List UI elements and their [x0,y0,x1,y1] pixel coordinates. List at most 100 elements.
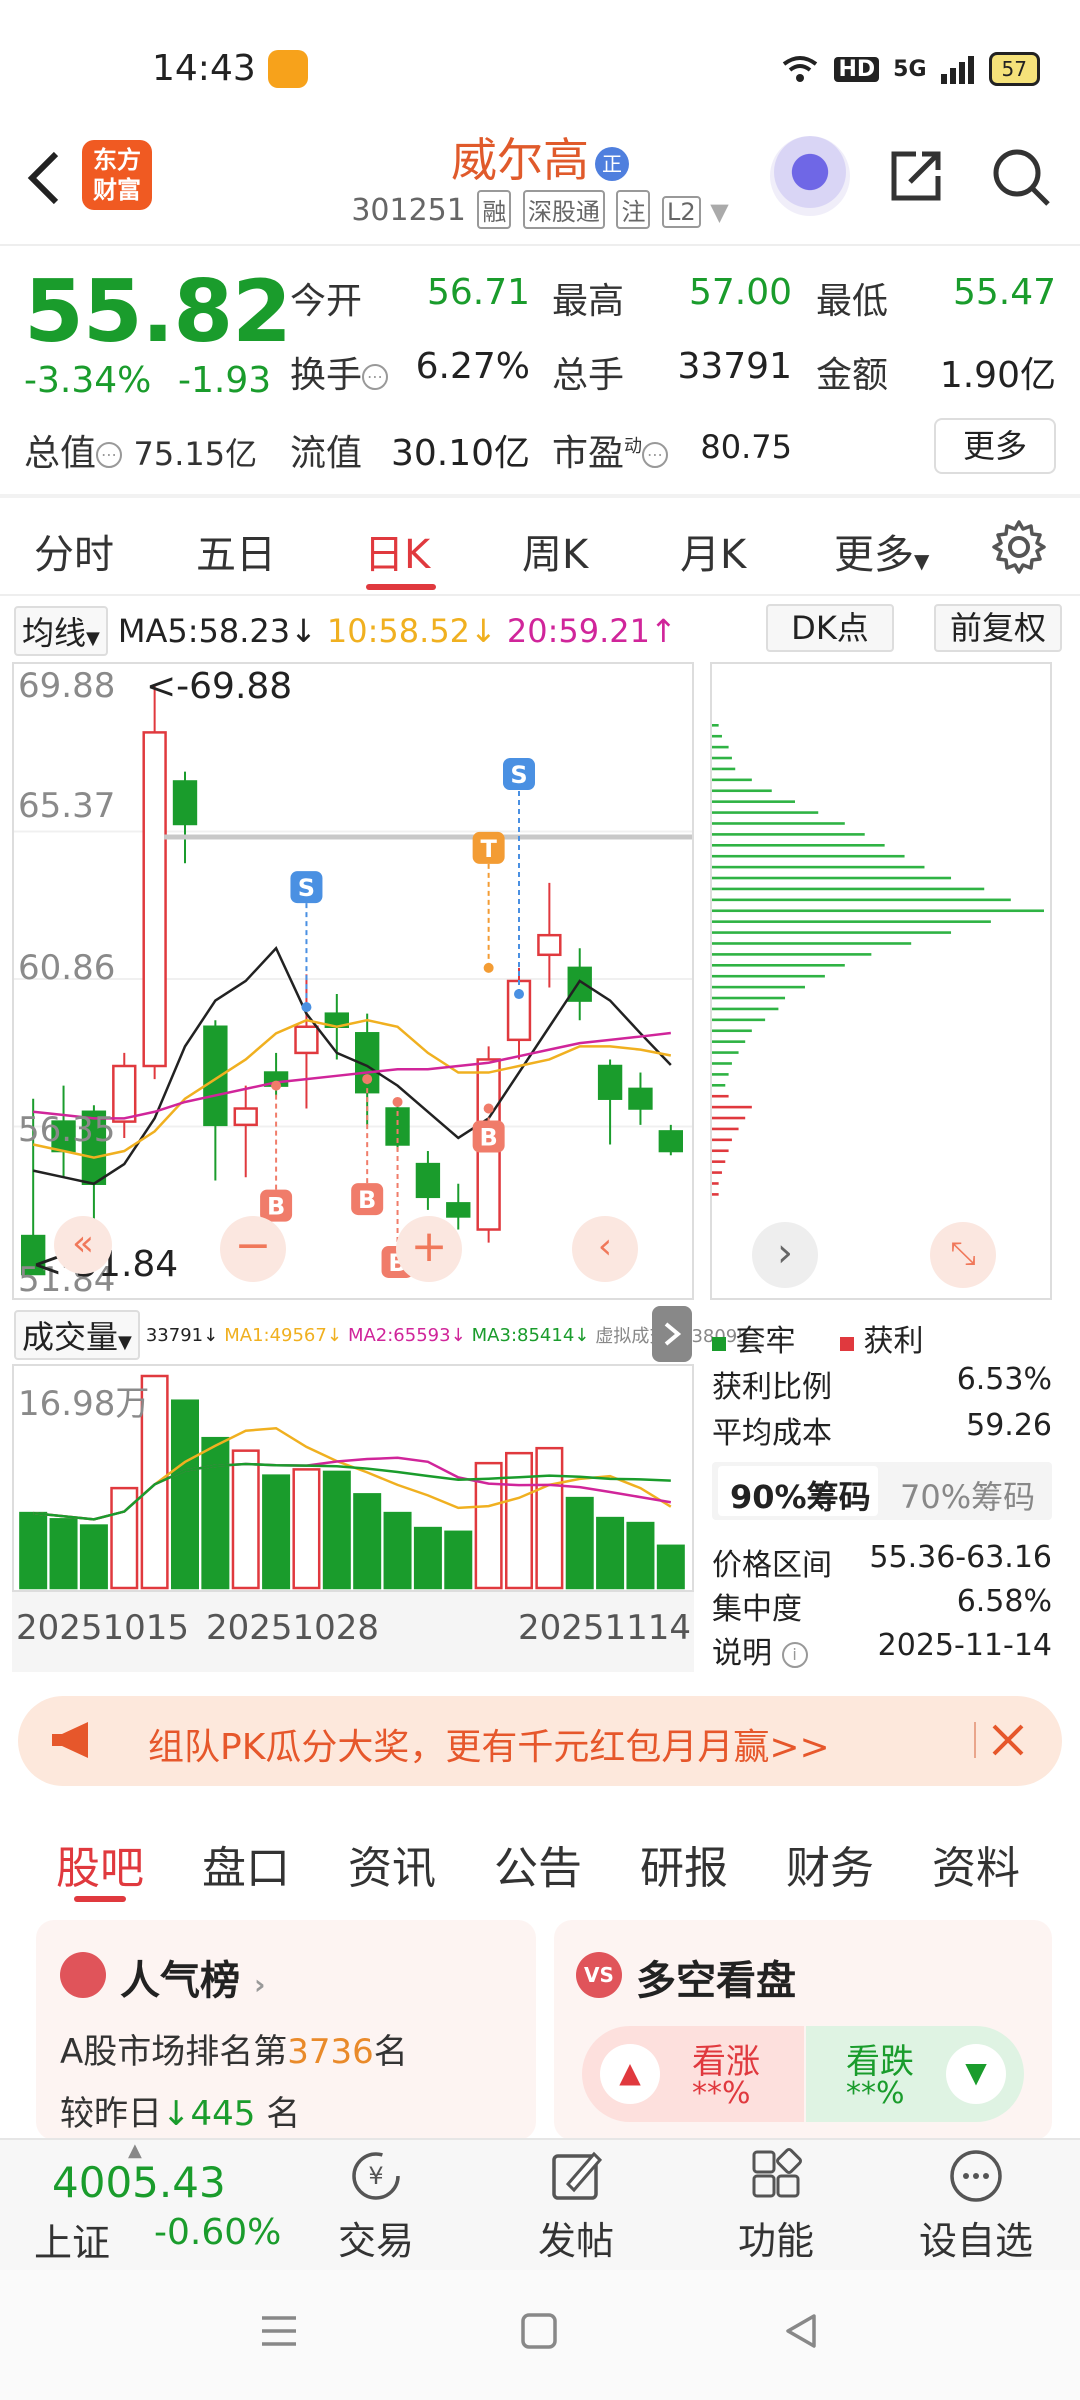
volume-label: 总手 [552,355,625,396]
signal-dot [362,1074,373,1085]
system-nav-bar [0,2270,1080,2400]
back-nav-icon[interactable] [780,2310,822,2352]
chip-bar-locked [712,985,805,989]
legend-locked: 套牢 [712,1316,796,1360]
bull-button[interactable]: ▲ 看涨 **% [582,2026,804,2122]
bear-button[interactable]: 看跌 **% ▼ [806,2026,1024,2122]
pe-info-icon[interactable]: ⋯ [642,442,669,468]
chip-bar-locked [712,1040,746,1043]
chip-bar-locked [712,1073,729,1076]
volume-bar [19,1511,48,1590]
candle-body [203,1025,228,1127]
bottom-tab-underline [74,1896,126,1902]
gear-icon[interactable] [990,518,1048,576]
amount-value: 1.90亿 [939,355,1056,396]
y-label-4: 56.35 [18,1110,116,1150]
chip-bar-locked [712,822,845,825]
chip-distribution-chart[interactable]: › ⤡ [710,662,1052,1300]
tab-chip-70[interactable]: 70%筹码 [900,1472,1035,1518]
signal-label: T [480,835,497,863]
popularity-change: 较昨日↓445 名 [60,2094,301,2134]
chart-back-button[interactable]: ‹ [572,1216,638,1282]
tab-monthly-k[interactable]: 月K [680,522,746,580]
tab-daily-k[interactable]: 日K [364,522,430,580]
share-icon[interactable] [886,146,946,206]
tab-forum[interactable]: 股吧 [56,1832,144,1896]
kline-chart[interactable]: SSTBBBB 69.88 65.37 60.86 56.35 51.84 <-… [12,662,694,1300]
chip-bar-profit [712,1149,729,1153]
kline-svg: SSTB BBB [14,684,692,1278]
chip-next-button[interactable]: › [752,1222,818,1288]
close-icon[interactable] [990,1722,1026,1758]
chip-bar-profit [712,1105,752,1109]
add-watchlist-button[interactable]: 设自选 [906,2140,1046,2264]
zoom-out-button[interactable]: − [220,1216,286,1282]
volume-bar [596,1516,625,1590]
banner-separator [974,1722,976,1758]
turnover-value: 6.27% [415,346,530,387]
chip-bar-locked [712,767,736,771]
volume-bar [413,1526,442,1590]
trade-button[interactable]: ¥ 交易 [306,2140,446,2264]
home-icon[interactable] [518,2310,560,2352]
ranking-icon [60,1952,106,1998]
candle-body [233,1107,258,1127]
dropdown-icon: ▼ [710,198,729,226]
ma10-value: 10:58.52↓ [326,612,497,650]
change-percent: -3.34% [24,360,152,401]
chip-bar-locked [712,920,991,923]
chip-bar-locked [712,1084,726,1087]
volume-indicator-select[interactable]: 成交量▼ [14,1310,140,1360]
up-arrow-icon: ▲ [600,2044,660,2104]
menu-icon[interactable] [258,2310,300,2352]
volume-bar [49,1518,78,1590]
chip-bar-profit [712,1127,739,1131]
indicator-select[interactable]: 均线▼ [14,606,108,656]
post-button[interactable]: 发帖 [506,2140,646,2264]
dk-point-button[interactable]: DK点 [766,604,894,652]
index-value[interactable]: 4005.43 [52,2158,226,2207]
candle-body [294,1025,319,1055]
volume-bar [170,1399,200,1590]
zoom-in-button[interactable]: + [396,1216,462,1282]
signal-label: B [267,1193,285,1221]
tab-profile[interactable]: 资料 [932,1832,1020,1896]
float-cap-label: 流值 [290,433,363,474]
candle-body [658,1130,683,1153]
volume-chart[interactable]: 16.98万 [12,1364,694,1592]
adjust-button[interactable]: 前复权 [934,604,1062,652]
volume-bar [444,1530,473,1590]
chart-prev-button[interactable]: « [54,1216,112,1274]
tab-orderbook[interactable]: 盘口 [202,1832,290,1896]
tab-more[interactable]: 更多▼ [834,522,929,580]
note-info-icon[interactable]: i [781,1641,808,1668]
tab-announcements[interactable]: 公告 [494,1832,582,1896]
vol-value: 33791↓ [145,1324,219,1346]
search-icon[interactable] [990,146,1052,208]
signal-dot [301,1002,312,1013]
tab-weekly-k[interactable]: 周K [522,522,588,580]
y-label-2: 65.37 [18,786,116,826]
tab-finance[interactable]: 财务 [786,1832,874,1896]
function-button[interactable]: 功能 [706,2140,846,2264]
turnover-info-icon[interactable]: ⋯ [362,364,389,390]
tabs-divider [0,594,1080,596]
candle-body [597,1064,623,1100]
total-cap-info-icon[interactable]: ⋯ [96,442,123,468]
active-tab-underline [366,584,436,590]
chip-expand-button[interactable]: ⤡ [930,1222,996,1288]
chip-bar-locked [712,1051,739,1054]
high-label: 最高 [552,281,625,322]
tab-news[interactable]: 资讯 [348,1832,436,1896]
grid-icon [752,2148,802,2198]
expand-right-icon[interactable] [652,1306,692,1362]
chip-bar-locked [712,942,912,945]
tab-five-day[interactable]: 五日 [196,522,276,580]
total-cap: 总值 ⋯ 75.15亿 [24,433,258,474]
tab-intraday[interactable]: 分时 [34,522,114,580]
tab-research[interactable]: 研报 [640,1832,728,1896]
chip-bar-profit [712,1171,722,1174]
more-quote-button[interactable]: 更多 [934,418,1056,474]
vol-ma1: MA1:49567↓ [224,1324,342,1346]
assistant-robot-icon[interactable] [770,136,850,216]
